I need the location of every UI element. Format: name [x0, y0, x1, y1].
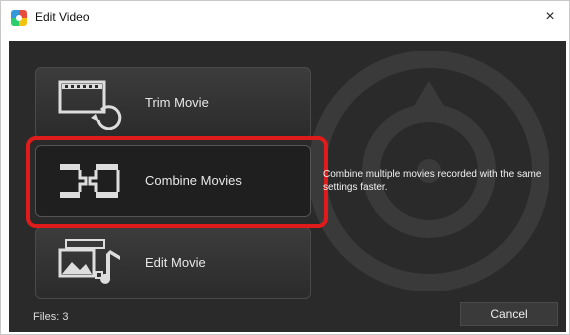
cancel-button[interactable]: Cancel — [460, 302, 558, 326]
title-bar: Edit Video × — [1, 1, 569, 33]
content-panel: Trim Movie Combine Movies Edit Movie Com… — [9, 41, 566, 332]
edit-movie-button[interactable]: Edit Movie — [35, 227, 311, 299]
close-button[interactable]: × — [537, 5, 563, 29]
description-text: Combine multiple movies recorded with th… — [323, 169, 542, 193]
edit-movie-label: Edit Movie — [145, 255, 206, 270]
trim-movie-label: Trim Movie — [145, 95, 209, 110]
trim-movie-button[interactable]: Trim Movie — [35, 67, 311, 139]
app-icon — [11, 10, 27, 26]
edit-video-window: Edit Video × Trim Movie Combine Movies E… — [0, 0, 570, 335]
edit-movie-icon — [58, 239, 120, 284]
files-count: Files: 3 — [33, 311, 69, 323]
trim-icon — [58, 80, 122, 130]
window-title: Edit Video — [35, 10, 90, 24]
selection-highlight — [26, 136, 328, 228]
